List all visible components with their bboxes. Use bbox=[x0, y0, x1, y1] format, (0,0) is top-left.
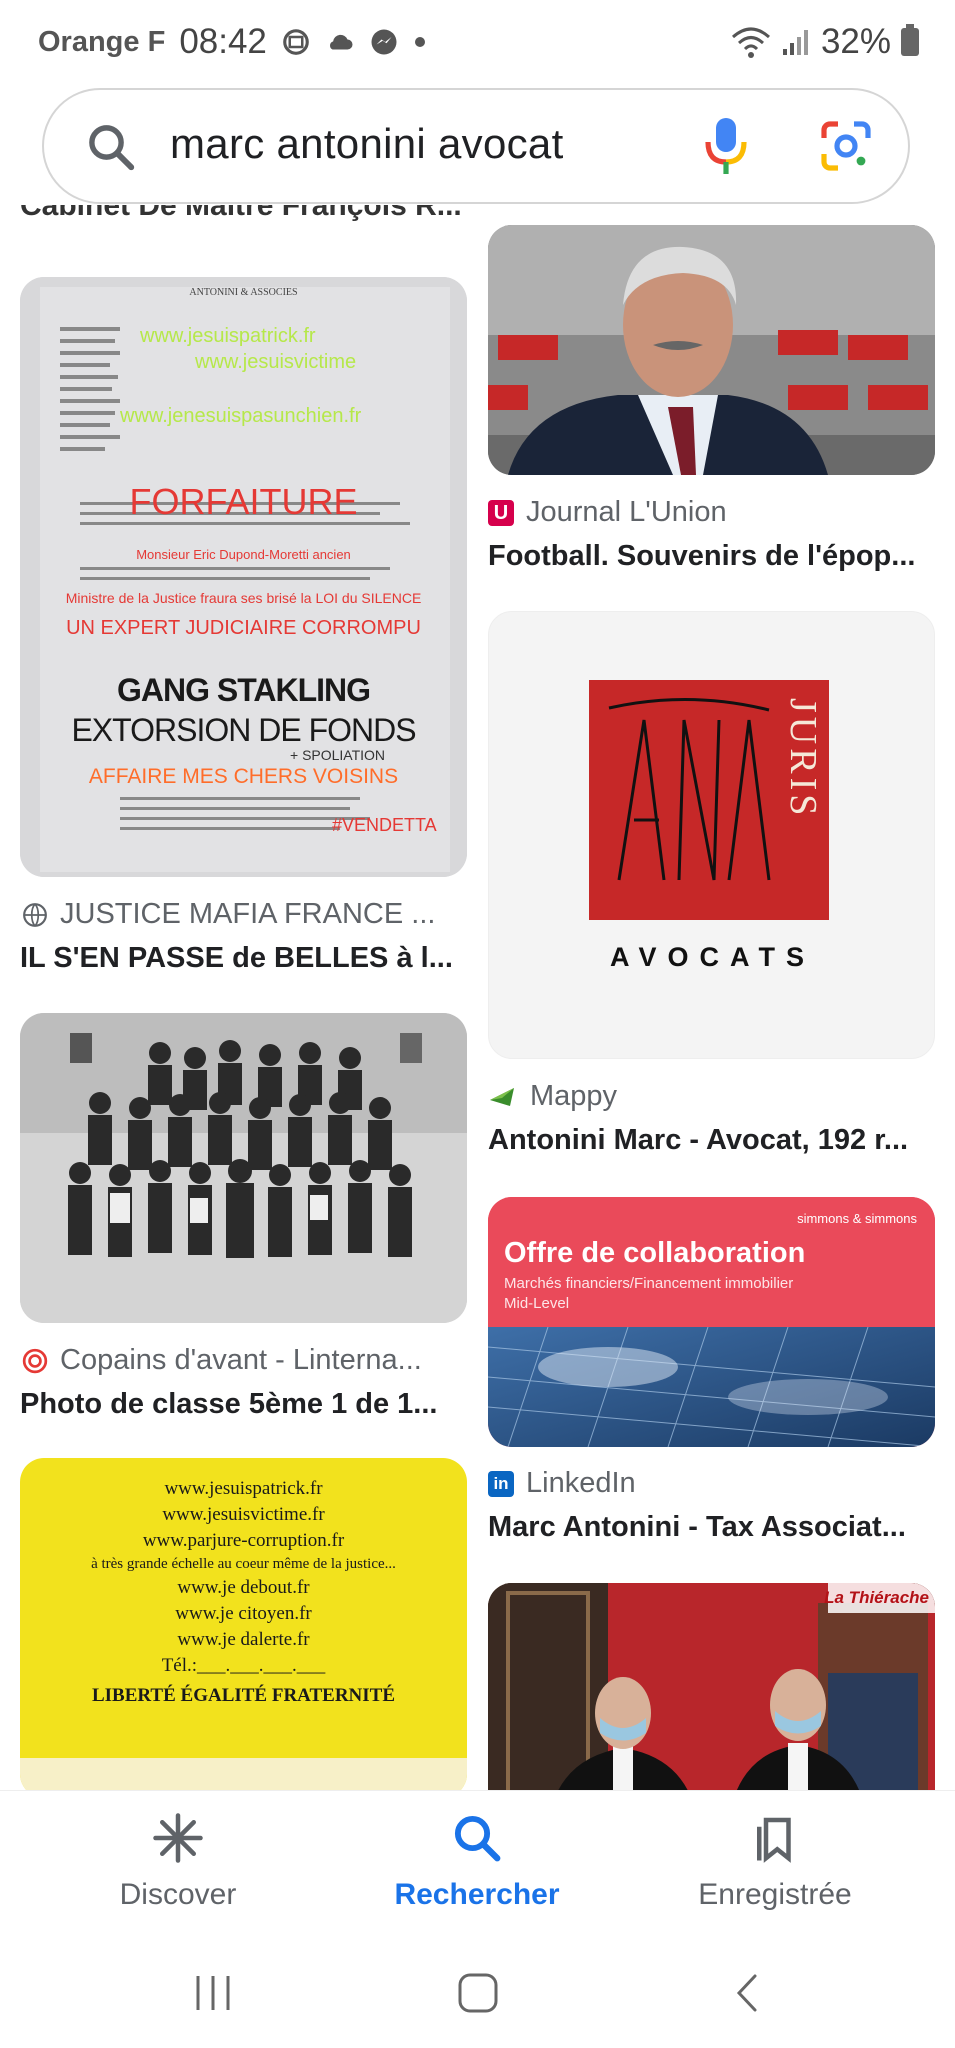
result-source[interactable]: U Journal L'Union bbox=[488, 496, 727, 529]
wifi-icon bbox=[731, 27, 770, 58]
search-input[interactable]: marc antonini avocat bbox=[170, 120, 564, 168]
battery-icon bbox=[901, 24, 919, 56]
poster-line: UN EXPERT JUDICIAIRE CORROMPU bbox=[66, 617, 421, 639]
search-icon[interactable] bbox=[84, 120, 138, 174]
avocats-label: AVOCATS bbox=[610, 942, 815, 972]
card-line: www.jesuisvictime.fr bbox=[162, 1504, 325, 1525]
result-title[interactable]: Photo de classe 5ème 1 de 1... bbox=[20, 1388, 437, 1421]
status-bar: Orange F 08:42 32% bbox=[0, 0, 955, 84]
result-image[interactable] bbox=[20, 1013, 467, 1323]
battery-percent: 32% bbox=[820, 22, 891, 61]
poster-line: Monsieur Eric Dupond-Moretti ancien bbox=[136, 547, 351, 562]
notification-dot-icon bbox=[414, 37, 425, 47]
bookmarks-icon bbox=[757, 1817, 791, 1863]
source-name: Mappy bbox=[530, 1080, 618, 1112]
simmons-brand: simmons & simmons bbox=[797, 1211, 917, 1226]
result-title[interactable]: Football. Souvenirs de l'épop... bbox=[488, 540, 915, 573]
nav-saved[interactable]: Enregistrée bbox=[645, 1811, 905, 1912]
result-source[interactable]: JUSTICE MAFIA FRANCE ... bbox=[22, 898, 435, 931]
juris-label: JURIS bbox=[782, 698, 824, 820]
poster-line: #VENDETTA bbox=[332, 815, 437, 835]
poster-line: www.jesuispatrick.fr bbox=[140, 325, 316, 347]
poster-line: GANG STAKLING bbox=[116, 672, 371, 708]
message-icon bbox=[283, 29, 309, 55]
poster-line: AFFAIRE MES CHERS VOISINS bbox=[88, 765, 399, 788]
linkedin-icon: in bbox=[488, 1470, 514, 1497]
offer-headline: Offre de collaboration bbox=[504, 1237, 806, 1269]
poster-line: www.jesuisvictime bbox=[195, 351, 357, 373]
poster-line: Ministre de la Justice fraura ses brisé … bbox=[65, 590, 422, 606]
offer-subline: Marchés financiers/Financement immobilie… bbox=[504, 1275, 794, 1292]
watermark: La Thiérache bbox=[824, 1588, 929, 1607]
back-icon[interactable] bbox=[725, 1970, 771, 2016]
result-source[interactable]: in LinkedIn bbox=[488, 1467, 636, 1500]
result-source[interactable]: Copains d'avant - Linterna... bbox=[22, 1344, 422, 1377]
recent-apps-icon[interactable] bbox=[190, 1970, 236, 2016]
result-title[interactable]: Antonini Marc - Avocat, 192 r... bbox=[488, 1124, 908, 1157]
system-navigation-bar bbox=[0, 1940, 955, 2048]
result-image[interactable]: simmons & simmons Offre de collaboration… bbox=[488, 1197, 935, 1447]
result-image[interactable]: ANTONINI & ASSOCIES www.jesuispatrick.fr… bbox=[20, 277, 467, 877]
card-line: www.parjure-corruption.fr bbox=[142, 1530, 345, 1551]
offer-subline: Mid-Level bbox=[504, 1295, 570, 1312]
card-line: www.jesuispatrick.fr bbox=[164, 1478, 323, 1499]
card-line: www.je citoyen.fr bbox=[175, 1603, 312, 1624]
class-photo-image bbox=[20, 1013, 467, 1323]
juris-logo: JURIS bbox=[589, 680, 829, 920]
messenger-icon bbox=[371, 29, 397, 55]
result-source[interactable]: Mappy bbox=[488, 1080, 617, 1113]
nav-label: Enregistrée bbox=[698, 1878, 852, 1911]
poster-line: www.jenesuispasunchien.fr bbox=[120, 405, 362, 427]
card-line: à très grande échelle au coeur même de l… bbox=[91, 1556, 396, 1572]
source-name: Journal L'Union bbox=[526, 496, 727, 528]
image-results-grid: Cabinet De Maître François R... ANTONINI… bbox=[0, 205, 955, 1790]
result-title[interactable]: IL S'EN PASSE de BELLES à l... bbox=[20, 942, 453, 975]
clock: 08:42 bbox=[179, 22, 267, 61]
result-image[interactable] bbox=[488, 225, 935, 475]
poster-line: FORFAITURE bbox=[129, 481, 358, 522]
cloud-icon bbox=[329, 34, 353, 50]
nav-label: Rechercher bbox=[394, 1878, 560, 1911]
search-box[interactable]: marc antonini avocat bbox=[42, 88, 910, 204]
signal-icon bbox=[782, 30, 808, 55]
poster-header: ANTONINI & ASSOCIES bbox=[189, 287, 298, 298]
result-title[interactable]: Marc Antonini - Tax Associat... bbox=[488, 1511, 906, 1544]
nav-search[interactable]: Rechercher bbox=[347, 1811, 607, 1912]
home-icon[interactable] bbox=[455, 1970, 501, 2016]
source-name: LinkedIn bbox=[526, 1467, 636, 1499]
search-icon bbox=[454, 1815, 501, 1862]
card-line: www.je dalerte.fr bbox=[177, 1629, 310, 1650]
result-image[interactable]: www.jesuispatrick.fr www.jesuisvictime.f… bbox=[20, 1458, 467, 1790]
asterisk-icon bbox=[153, 1813, 203, 1863]
result-image[interactable]: La Thiérache bbox=[488, 1583, 935, 1790]
bottom-navigation: Discover Rechercher Enregistrée bbox=[0, 1790, 955, 1941]
card-line: www.je debout.fr bbox=[177, 1577, 310, 1598]
copains-davant-icon bbox=[22, 1348, 48, 1373]
source-name: JUSTICE MAFIA FRANCE ... bbox=[60, 898, 436, 930]
portrait-photo-image bbox=[488, 225, 935, 475]
result-image[interactable]: JURIS AVOCATS bbox=[488, 611, 935, 1059]
microphone-icon[interactable] bbox=[704, 116, 748, 176]
building-photo-image bbox=[488, 1327, 935, 1447]
mappy-icon bbox=[490, 1087, 514, 1106]
poster-line: + SPOLIATION bbox=[290, 747, 386, 763]
partial-result-title[interactable]: Cabinet De Maître François R... bbox=[20, 205, 462, 223]
card-line: LIBERTÉ ÉGALITÉ FRATERNITÉ bbox=[91, 1685, 396, 1706]
poster-line: EXTORSION DE FONDS bbox=[71, 712, 416, 748]
nav-label: Discover bbox=[119, 1878, 237, 1911]
nav-discover[interactable]: Discover bbox=[48, 1811, 308, 1912]
courtroom-photo-image bbox=[488, 1583, 935, 1790]
globe-icon bbox=[23, 902, 47, 927]
journal-union-icon: U bbox=[488, 499, 514, 526]
card-line: Tél.:___.___.___.___ bbox=[161, 1655, 326, 1676]
google-lens-icon[interactable] bbox=[820, 120, 872, 172]
carrier-name: Orange F bbox=[38, 25, 166, 58]
source-name: Copains d'avant - Linterna... bbox=[60, 1344, 422, 1376]
